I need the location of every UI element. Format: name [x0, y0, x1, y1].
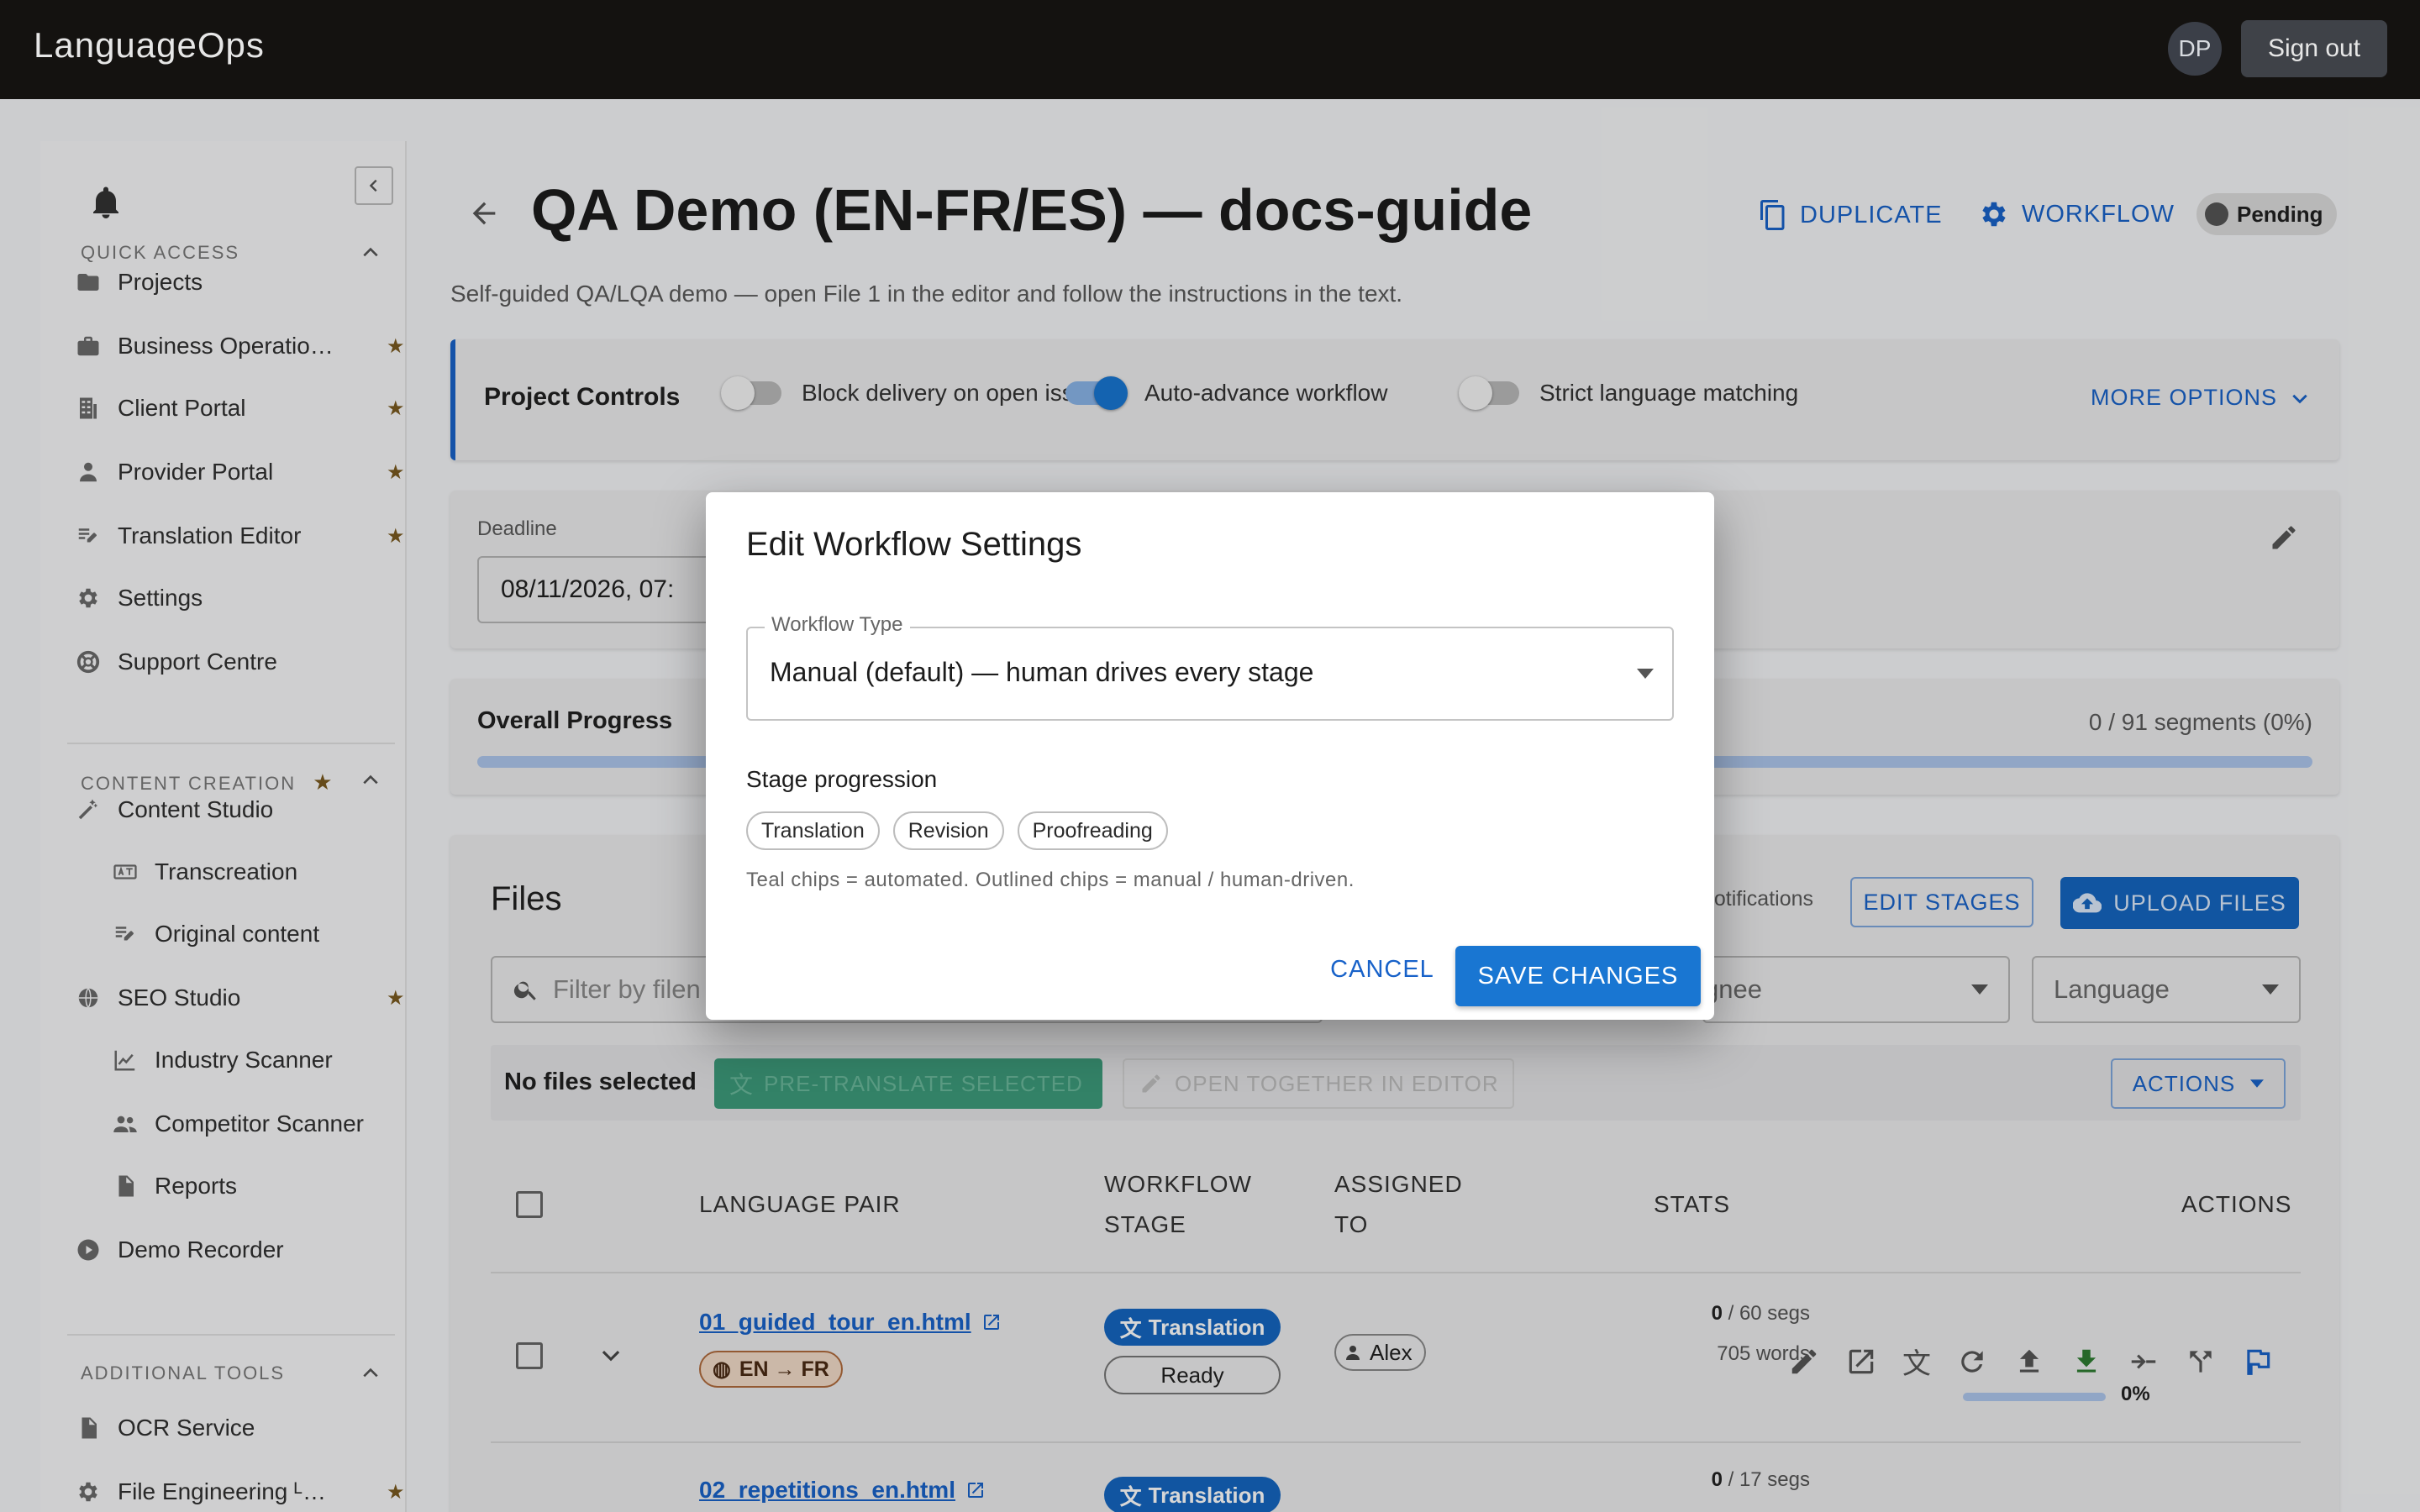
save-changes-button[interactable]: SAVE CHANGES — [1455, 946, 1701, 1006]
sign-out-button[interactable]: Sign out — [2241, 20, 2387, 77]
stage-chip: Translation — [746, 811, 880, 850]
stage-hint: Teal chips = automated. Outlined chips =… — [746, 869, 1355, 891]
user-avatar[interactable]: DP — [2168, 22, 2222, 76]
dialog-title: Edit Workflow Settings — [746, 526, 1082, 563]
stage-chip: Proofreading — [1017, 811, 1168, 850]
caret-down-icon — [1637, 669, 1654, 679]
brand-logo[interactable]: LanguageOps — [34, 25, 265, 66]
workflow-type-label: Workflow Type — [765, 613, 910, 637]
stage-progression-label: Stage progression — [746, 766, 938, 792]
stage-chips: Translation Revision Proofreading — [746, 811, 1181, 850]
workflow-type-select[interactable]: Workflow Type Manual (default) — human d… — [746, 613, 1674, 721]
workflow-type-value: Manual (default) — human drives every st… — [770, 657, 1314, 687]
stage-chip: Revision — [892, 811, 1004, 850]
edit-workflow-dialog: Edit Workflow Settings Workflow Type Man… — [706, 492, 1714, 1020]
cancel-button[interactable]: CANCEL — [1319, 944, 1445, 995]
top-app-bar: LanguageOps DP Sign out — [0, 0, 2420, 99]
